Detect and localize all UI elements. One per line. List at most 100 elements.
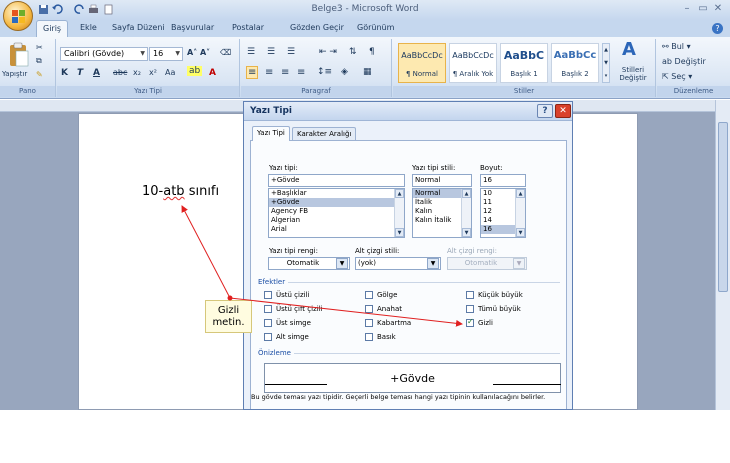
preview-note: Bu gövde teması yazı tipidir. Geçerli be… bbox=[251, 393, 546, 401]
change-styles-button[interactable]: Stilleri Değiştir bbox=[613, 66, 653, 82]
cut-icon[interactable]: ✂ bbox=[36, 43, 43, 52]
styles-scroll[interactable]: ▲ ▼ ▾ bbox=[602, 43, 610, 83]
effect-checkbox[interactable] bbox=[264, 305, 272, 313]
scroll-down-icon[interactable]: ▼ bbox=[395, 228, 404, 237]
help-button[interactable]: ? bbox=[537, 104, 553, 118]
list-scrollbar[interactable]: ▲ ▼ bbox=[394, 189, 404, 237]
highlight-icon[interactable]: ab bbox=[187, 66, 203, 76]
effect-checkbox[interactable] bbox=[466, 291, 474, 299]
list-item[interactable]: Arial bbox=[269, 225, 404, 234]
vertical-scrollbar[interactable] bbox=[715, 100, 730, 410]
dialog-close-icon[interactable]: ✕ bbox=[555, 104, 571, 118]
line-spacing-icon[interactable]: ↕≡ bbox=[317, 67, 332, 77]
font-color-select[interactable]: Otomatik ▼ bbox=[268, 257, 350, 270]
justify-icon[interactable]: ≡ bbox=[297, 67, 305, 78]
borders-icon[interactable]: ▦ bbox=[363, 67, 372, 77]
tab-ekle[interactable]: Ekle bbox=[80, 23, 97, 32]
effect-checkbox[interactable] bbox=[264, 333, 272, 341]
pilcrow-icon[interactable]: ¶ bbox=[369, 47, 375, 57]
effect-checkbox[interactable] bbox=[365, 333, 373, 341]
list-item[interactable]: +Başlıklar bbox=[269, 189, 404, 198]
effect-checkbox[interactable] bbox=[264, 319, 272, 327]
shading-icon[interactable]: ◈ bbox=[341, 67, 348, 77]
multilevel-icon[interactable]: ☰ bbox=[287, 47, 295, 57]
underline-button[interactable]: A bbox=[93, 68, 100, 78]
align-right-icon[interactable]: ≡ bbox=[281, 67, 289, 78]
tab-basvurular[interactable]: Başvurular bbox=[171, 23, 214, 32]
tab-yazi-tipi[interactable]: Yazı Tipi bbox=[252, 126, 290, 141]
effect-checkbox[interactable] bbox=[365, 319, 373, 327]
list-item[interactable]: +Gövde bbox=[269, 198, 404, 207]
tab-gorunum[interactable]: Görünüm bbox=[357, 23, 394, 32]
misspelled-word[interactable]: atb bbox=[163, 184, 184, 199]
tab-gozden-gecir[interactable]: Gözden Geçir bbox=[290, 23, 344, 32]
scroll-up-icon[interactable]: ▲ bbox=[395, 189, 404, 198]
strikethrough-button[interactable]: abc bbox=[113, 68, 127, 77]
tab-giris[interactable]: Giriş bbox=[36, 20, 69, 37]
effect-checkbox[interactable] bbox=[466, 305, 474, 313]
format-painter-icon[interactable]: ✎ bbox=[36, 70, 43, 79]
sort-icon[interactable]: ⇅ bbox=[349, 47, 357, 57]
numbering-icon[interactable]: ☰ bbox=[267, 47, 275, 57]
scroll-down-icon[interactable]: ▼ bbox=[462, 228, 471, 237]
list-item[interactable]: Agency FB bbox=[269, 207, 404, 216]
scroll-up-icon[interactable]: ▲ bbox=[516, 189, 525, 198]
scroll-down-icon[interactable]: ▼ bbox=[516, 228, 525, 237]
size-input[interactable]: 16 bbox=[480, 174, 526, 187]
find-button[interactable]: ⚯ Bul ▾ bbox=[662, 42, 691, 51]
tab-sayfa-duzeni[interactable]: Sayfa Düzeni bbox=[112, 23, 165, 32]
style-aralik-yok[interactable]: AaBbCcDc ¶ Aralık Yok bbox=[449, 43, 497, 83]
paste-button[interactable]: Yapıştır bbox=[2, 70, 27, 78]
bullets-icon[interactable]: ☰ bbox=[247, 47, 255, 57]
change-styles-icon[interactable]: A bbox=[622, 39, 636, 60]
effect-checkbox[interactable] bbox=[365, 291, 373, 299]
scroll-up-icon[interactable]: ▲ bbox=[462, 189, 471, 198]
preview-box: +Gövde bbox=[264, 363, 561, 393]
restore-icon[interactable]: ▭ bbox=[697, 3, 709, 15]
effect-checkbox[interactable] bbox=[264, 291, 272, 299]
paste-icon[interactable] bbox=[8, 42, 30, 68]
font-size-combo[interactable]: 16 ▼ bbox=[149, 47, 183, 61]
chevron-down-icon: ▼ bbox=[140, 50, 145, 57]
font-color-icon[interactable]: A bbox=[209, 68, 216, 78]
minimize-icon[interactable]: – bbox=[681, 3, 693, 15]
style-input[interactable]: Normal bbox=[412, 174, 472, 187]
style-baslik-2[interactable]: AaBbCc Başlık 2 bbox=[551, 43, 599, 83]
copy-icon[interactable]: ⧉ bbox=[36, 56, 42, 66]
effect-checkbox[interactable] bbox=[365, 305, 373, 313]
align-center-icon[interactable]: ≡ bbox=[265, 67, 273, 78]
align-left-icon[interactable]: ≡ bbox=[246, 66, 259, 79]
office-button[interactable] bbox=[3, 1, 33, 31]
style-list[interactable]: Normal İtalik Kalın Kalın İtalik ▲ ▼ bbox=[412, 188, 472, 238]
grow-font-button[interactable]: A˄ A˅ bbox=[187, 48, 210, 57]
list-item[interactable]: Algerian bbox=[269, 216, 404, 225]
change-case-button[interactable]: Aa bbox=[165, 68, 175, 77]
underline-select[interactable]: (yok) ▼ bbox=[355, 257, 441, 270]
font-name-combo[interactable]: Calibri (Gövde) ▼ bbox=[60, 47, 148, 61]
subscript-button[interactable]: x₂ bbox=[133, 68, 141, 77]
hidden-checkbox[interactable] bbox=[466, 317, 474, 327]
tab-postalar[interactable]: Postalar bbox=[232, 23, 264, 32]
size-list[interactable]: 10 11 12 14 16 ▲ ▼ bbox=[480, 188, 526, 238]
list-scrollbar[interactable]: ▲ ▼ bbox=[461, 189, 471, 237]
ribbon-tabs: Giriş Ekle Sayfa Düzeni Başvurular Posta… bbox=[0, 20, 730, 37]
scroll-thumb[interactable] bbox=[718, 122, 728, 292]
list-scrollbar[interactable]: ▲ ▼ bbox=[515, 189, 525, 237]
superscript-button[interactable]: x² bbox=[149, 68, 157, 77]
tab-karakter-araligi[interactable]: Karakter Aralığı bbox=[292, 127, 357, 141]
font-list[interactable]: +Başlıklar +Gövde Agency FB Algerian Ari… bbox=[268, 188, 405, 238]
bold-button[interactable]: K bbox=[61, 68, 68, 78]
style-baslik-1[interactable]: AaBbC Başlık 1 bbox=[500, 43, 548, 83]
replace-button[interactable]: ab Değiştir bbox=[662, 57, 706, 66]
help-icon[interactable]: ? bbox=[712, 23, 723, 34]
close-icon[interactable]: ✕ bbox=[712, 3, 724, 15]
document-text[interactable]: 10-atb sınıfı bbox=[142, 184, 219, 199]
indent-icon[interactable]: ⇤ ⇥ bbox=[319, 47, 337, 57]
word-window: Belge3 - Microsoft Word – ▭ ✕ Giriş Ekle… bbox=[0, 0, 730, 463]
style-normal[interactable]: AaBbCcDc ¶ Normal bbox=[398, 43, 446, 83]
font-input[interactable]: +Gövde bbox=[268, 174, 405, 187]
italic-button[interactable]: T bbox=[77, 68, 83, 78]
clear-format-icon[interactable]: ⌫ bbox=[220, 48, 231, 57]
select-button[interactable]: ⇱ Seç ▾ bbox=[662, 72, 692, 81]
dialog-title-bar: Yazı Tipi ? ✕ bbox=[244, 102, 572, 121]
